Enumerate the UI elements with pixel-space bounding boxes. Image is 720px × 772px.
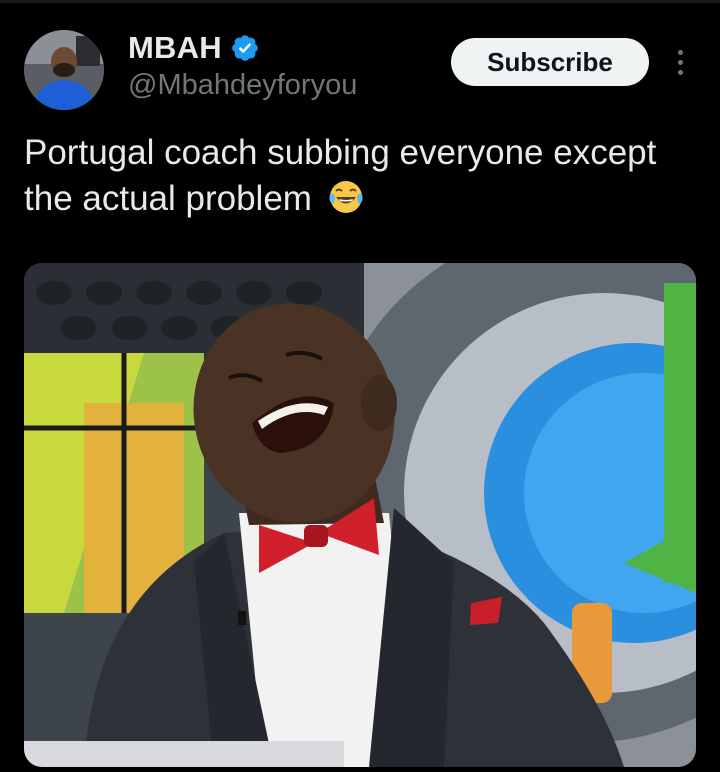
display-name[interactable]: MBAH bbox=[128, 30, 222, 66]
more-dot bbox=[677, 49, 683, 55]
more-vertical-icon[interactable] bbox=[668, 44, 692, 80]
subscribe-button[interactable]: Subscribe bbox=[451, 38, 649, 86]
tweet-text: Portugal coach subbing everyone except t… bbox=[24, 130, 684, 222]
user-handle[interactable]: @Mbahdeyforyou bbox=[128, 69, 357, 102]
author-name-row: MBAH bbox=[128, 30, 260, 66]
avatar[interactable] bbox=[24, 30, 104, 110]
laughing-tears-emoji-icon bbox=[329, 181, 363, 213]
top-divider bbox=[0, 0, 720, 3]
avatar-photo bbox=[24, 30, 104, 110]
tweet-media-photo[interactable] bbox=[24, 263, 696, 767]
more-dot bbox=[677, 59, 683, 65]
photo-laughing-man-in-bow-tie bbox=[24, 263, 696, 767]
verified-badge-icon bbox=[231, 35, 258, 61]
more-dot bbox=[677, 69, 683, 75]
